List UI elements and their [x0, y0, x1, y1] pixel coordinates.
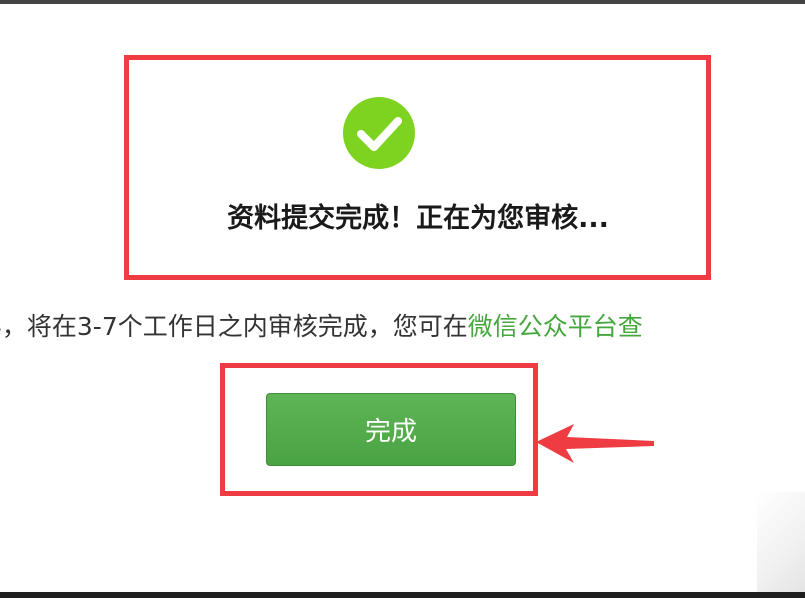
info-text-prefix: 4，将在3-7个工作日之内审核完成，您可在	[0, 312, 468, 341]
corner-shadow	[757, 492, 805, 592]
done-button[interactable]: 完成	[266, 393, 516, 466]
bottom-border	[0, 592, 805, 598]
registration-complete-page: 资料提交完成！正在为您审核... 4，将在3-7个工作日之内审核完成，您可在微信…	[0, 0, 805, 598]
annotation-box-status	[124, 55, 711, 280]
status-title: 资料提交完成！正在为您审核...	[227, 203, 609, 234]
top-border	[0, 0, 805, 4]
wechat-platform-link[interactable]: 微信公众平台查	[468, 312, 643, 341]
info-text: 4，将在3-7个工作日之内审核完成，您可在微信公众平台查	[0, 307, 643, 343]
arrow-left-icon	[536, 424, 654, 463]
check-circle-icon	[343, 97, 415, 169]
